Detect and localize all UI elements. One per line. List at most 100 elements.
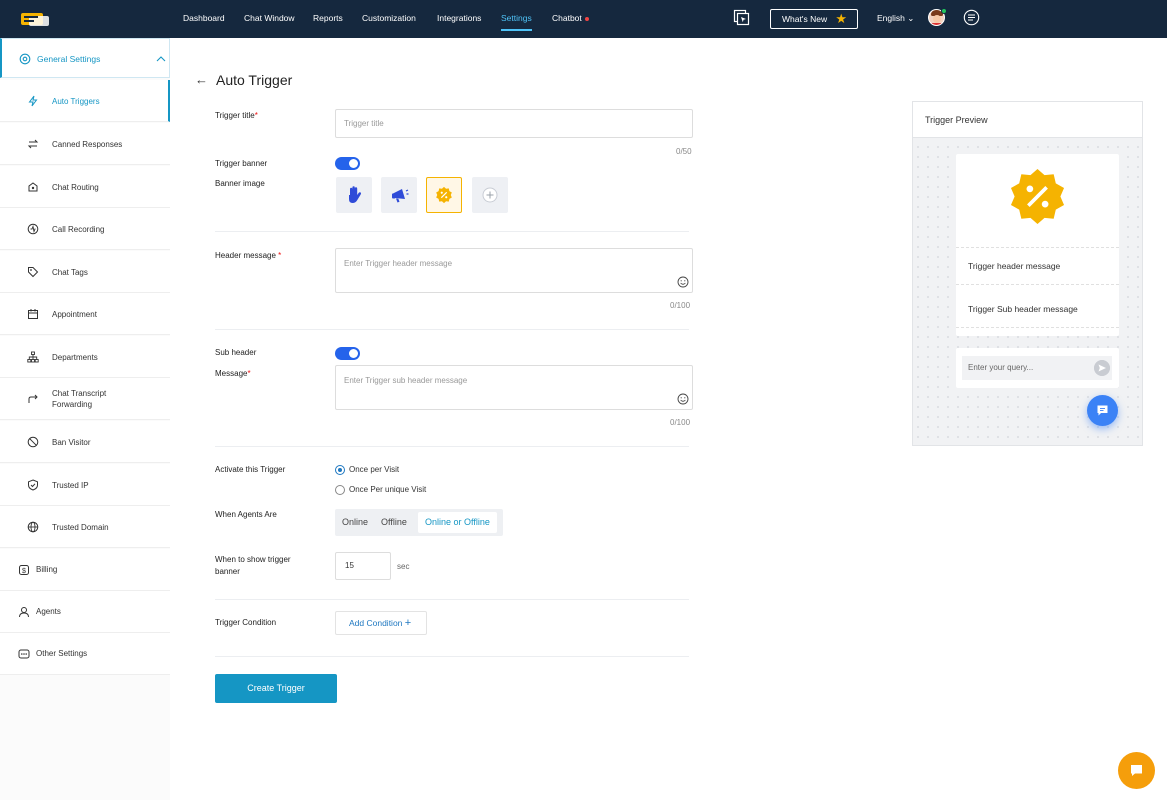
radio-once-per-visit[interactable] [335,465,345,475]
banner-option-wave[interactable] [336,177,372,213]
sidebar-item-other-settings[interactable]: Other Settings [0,633,170,675]
radio-once-per-unique-visit[interactable] [335,485,345,495]
show-trigger-label: When to show trigger banner [215,555,291,576]
sidebar-item-call-recording[interactable]: Call Recording [0,208,170,250]
sidebar-item-chat-routing[interactable]: Chat Routing [0,166,170,208]
sidebar-group-label: General Settings [37,54,101,64]
trigger-title-input[interactable]: Trigger title [335,109,693,138]
ban-icon [27,436,39,448]
agents-status-segmented: Online Offline Online or Offline [335,509,503,536]
more-icon [18,649,30,659]
nav-integrations[interactable]: Integrations [437,0,481,38]
send-icon[interactable] [1094,360,1110,376]
sidebar-item-label: Billing [36,565,58,574]
trigger-condition-label: Trigger Condition [215,618,277,627]
create-trigger-button[interactable]: Create Trigger [215,674,337,703]
gear-icon [19,53,31,65]
whats-new-label: What's New [782,14,828,24]
trigger-title-count: 0/50 [676,147,692,156]
lightning-icon [28,95,38,107]
sidebar-group-general-settings[interactable]: General Settings [0,38,170,78]
sidebar-item-appointment[interactable]: Appointment [0,293,170,335]
sidebar-item-canned-responses[interactable]: Canned Responses [0,123,170,165]
nav-settings[interactable]: Settings [501,0,532,38]
sidebar-item-chat-transcript-forwarding[interactable]: Chat Transcript Forwarding [0,378,170,420]
preview-query-placeholder: Enter your query... [968,363,1034,372]
sidebar-item-label: Departments [52,352,98,362]
sidebar-item-label: Appointment [52,309,97,319]
segment-online-or-offline[interactable]: Online or Offline [418,512,497,533]
sidebar-item-label: Canned Responses [52,139,123,149]
sub-header-message-input[interactable]: Enter Trigger sub header message [335,365,693,410]
banner-option-discount[interactable] [426,177,462,213]
preview-query-input[interactable]: Enter your query... [962,356,1112,380]
message-count: 0/100 [670,418,691,427]
nav-dashboard[interactable]: Dashboard [183,0,225,38]
radio-label: Once per Visit [349,465,400,474]
sub-header-toggle[interactable] [335,347,360,360]
nav-chat-window[interactable]: Chat Window [244,0,295,38]
sidebar-item-ban-visitor[interactable]: Ban Visitor [0,421,170,463]
nav-customization[interactable]: Customization [362,0,416,38]
trigger-title-label: Trigger title* [215,111,258,120]
segment-offline[interactable]: Offline [381,509,407,536]
sidebar-item-label: Trusted Domain [52,522,109,532]
plus-circle-icon [482,187,498,203]
emoji-icon[interactable] [677,393,689,405]
swap-arrows-icon [27,139,39,149]
sidebar-item-trusted-domain[interactable]: Trusted Domain [0,506,170,548]
header-message-count: 0/100 [670,301,691,310]
banner-image-label: Banner image [215,179,265,188]
sidebar-item-trusted-ip[interactable]: Trusted IP [0,464,170,506]
banner-option-megaphone[interactable] [381,177,417,213]
whats-new-button[interactable]: What's New ★ [770,9,858,29]
chat-bubble-icon [1097,405,1108,416]
shield-check-icon [28,479,38,491]
notification-dot [584,16,589,21]
routing-icon [28,182,38,192]
trigger-banner-label: Trigger banner [215,159,268,168]
sidebar-item-label: Chat Routing [52,182,99,192]
calendar-icon [28,309,38,319]
tag-icon [28,267,39,278]
header-message-input[interactable]: Enter Trigger header message [335,248,693,293]
language-selector[interactable]: English ⌄ [877,0,914,36]
section-divider [215,231,689,232]
sidebar-item-agents[interactable]: Agents [0,591,170,633]
preview-query-bar: Enter your query... [956,348,1119,388]
sidebar-item-chat-tags[interactable]: Chat Tags [0,251,170,293]
seconds-unit: sec [397,562,410,571]
preview-chat-launcher[interactable] [1087,395,1118,426]
sidebar-item-auto-triggers[interactable]: Auto Triggers [0,80,170,122]
nav-reports[interactable]: Reports [313,0,343,38]
globe-icon [27,521,39,533]
add-banner-button[interactable] [472,177,508,213]
help-chat-button[interactable] [1118,752,1155,789]
add-condition-button[interactable]: Add Condition + [335,611,427,635]
preview-sub-header-message: Trigger Sub header message [968,304,1078,314]
screen-share-icon[interactable] [733,9,750,26]
logo-icon[interactable] [19,10,51,28]
preview-divider [956,284,1119,285]
sidebar-item-departments[interactable]: Departments [0,336,170,378]
emoji-icon[interactable] [677,276,689,288]
segment-online[interactable]: Online [342,509,368,536]
sidebar-item-label: Chat Tags [52,267,88,277]
dollar-icon: $ [19,565,29,575]
page-title: Auto Trigger [216,72,293,88]
sidebar-item-billing[interactable]: $ Billing [0,549,170,591]
message-label: Message* [215,369,251,378]
preview-title: Trigger Preview [913,102,1142,138]
menu-lines-icon[interactable] [963,9,980,26]
section-divider [215,599,689,600]
org-chart-icon [27,351,39,363]
forward-icon [28,394,38,403]
show-delay-input[interactable]: 15 [335,552,391,580]
back-arrow-icon[interactable]: ← [195,72,208,87]
wave-hand-icon [349,186,362,203]
discount-badge-icon [436,186,452,204]
record-icon [27,223,39,235]
section-divider [215,656,689,657]
nav-chatbot[interactable]: Chatbot [552,0,589,38]
trigger-banner-toggle[interactable] [335,157,360,170]
